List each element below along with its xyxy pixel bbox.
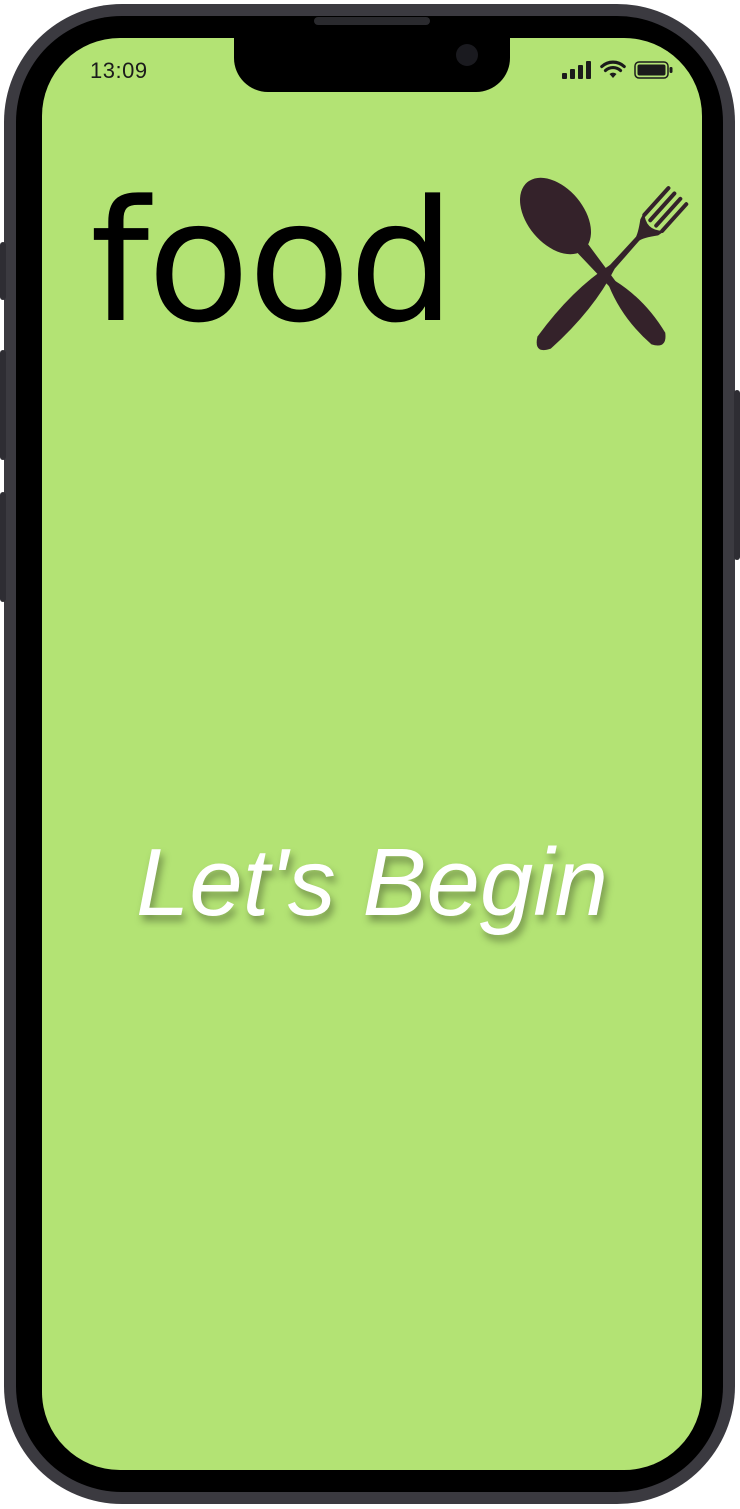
earpiece-speaker <box>314 17 430 25</box>
battery-icon <box>634 61 673 79</box>
side-button-silent <box>0 242 6 300</box>
cellular-signal-icon <box>562 61 591 79</box>
app-screen: 13:09 food Let's Begin <box>42 38 702 1470</box>
status-icons <box>562 60 674 80</box>
app-logo: food <box>90 164 689 380</box>
front-camera <box>456 44 478 66</box>
side-button-volume-down <box>0 492 6 602</box>
lets-begin-heading[interactable]: Let's Begin <box>42 828 702 938</box>
side-button-volume-up <box>0 350 6 460</box>
wifi-icon <box>600 60 626 78</box>
side-button-power <box>734 390 740 560</box>
logo-wordmark: food <box>90 164 455 360</box>
notch <box>234 38 510 92</box>
spoon-fork-crossed-icon <box>520 177 689 351</box>
status-time: 13:09 <box>90 58 148 83</box>
